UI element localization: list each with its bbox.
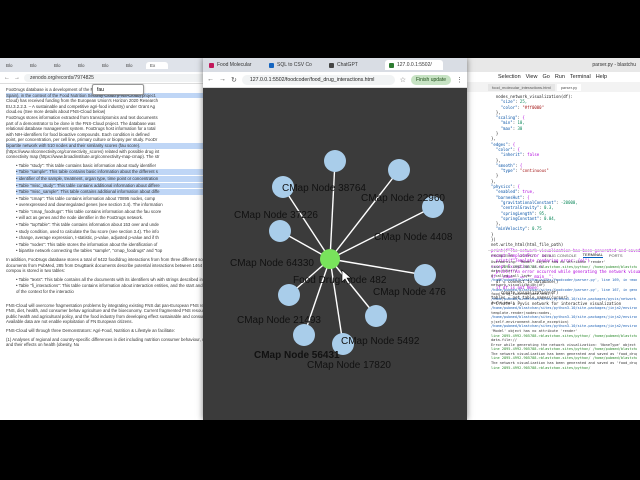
graph-node[interactable]	[414, 264, 436, 286]
left-tab-0[interactable]: Blo	[2, 62, 24, 69]
menu-icon[interactable]: ⋮	[456, 76, 463, 84]
graph-node-label: CMap Node 21493	[237, 315, 321, 326]
graph-node[interactable]	[269, 220, 291, 242]
terminal-tab[interactable]: OUTPUT	[519, 253, 535, 258]
back-icon[interactable]: ←	[207, 76, 214, 83]
graph-node-label: CMap Node 4408	[374, 232, 453, 243]
menu-item-run[interactable]: Run	[555, 74, 565, 80]
left-tab-1[interactable]: Blo	[26, 62, 48, 69]
graph-node[interactable]	[388, 159, 410, 181]
editor-title: parser.py - blastchu	[592, 62, 636, 68]
graph-tab-bar: Food Molecular SQL to CSV Co ChatGPT 127.0.…	[203, 58, 467, 72]
menu-item-go[interactable]: Go	[542, 74, 549, 80]
network-graph-svg[interactable]: CMap Node 38764CMap Node 22960 CMap Node …	[203, 88, 467, 420]
finish-update-button[interactable]: Finish update	[410, 74, 451, 85]
editor-tab[interactable]: food_molecular_interactions.html	[488, 83, 555, 91]
graph-tab-3[interactable]: 127.0.0.1:5502/	[385, 60, 443, 70]
graph-tab-1[interactable]: SQL to CSV Co	[265, 60, 323, 70]
left-tab-2[interactable]: Blo	[50, 62, 72, 69]
menu-item-selection[interactable]: Selection	[498, 74, 521, 80]
terminal-output: UserWarning: 'Model' object has no attri…	[488, 259, 640, 371]
terminal-line: The network visualization has been gener…	[491, 361, 637, 366]
tab-label: 127.0.0.1:5502/	[397, 62, 432, 68]
graph-node-label: CMap Node 38764	[282, 183, 366, 194]
find-in-page-input[interactable]: fau	[92, 84, 144, 95]
graph-node-label: CMap Node 476	[373, 287, 446, 298]
graph-node[interactable]	[365, 305, 387, 327]
graph-tab-0[interactable]: Food Molecular	[205, 60, 263, 70]
graph-edge	[282, 186, 331, 260]
graph-node-label: CMap Node 5492	[341, 336, 420, 347]
graph-node[interactable]	[324, 150, 346, 172]
graph-node-label: CMap Node 37226	[234, 210, 318, 221]
terminal-line: line 2895-4992-905788->blastchan-sites/p…	[491, 365, 591, 370]
graph-center-node[interactable]	[320, 249, 340, 269]
star-icon[interactable]: ☆	[400, 76, 406, 84]
terminal-tab[interactable]: PORTS	[609, 253, 623, 258]
graph-address-field[interactable]: 127.0.0.1:5502/foodcoder/food_drug_inter…	[241, 74, 395, 85]
graph-node[interactable]	[278, 284, 300, 306]
graph-center-label: Food Drug Node 482	[293, 275, 387, 286]
terminal-tab[interactable]: DEBUG CONSOLE	[542, 253, 577, 258]
back-icon[interactable]: ←	[4, 75, 10, 81]
graph-node-label: CMap Node 17820	[307, 360, 391, 371]
code-area[interactable]: nodes_network_visualization(df): "size":…	[488, 94, 640, 306]
terminal-tab[interactable]: PROBLEMS	[491, 253, 513, 258]
tab-label: Food Molecular	[217, 62, 252, 68]
tab-label: ChatGPT	[337, 62, 358, 68]
favicon-icon	[269, 62, 274, 68]
editor-tab[interactable]: parser.py	[556, 83, 582, 91]
terminal-tab[interactable]: TERMINAL	[582, 252, 603, 258]
tab-label: SQL to CSV Co	[277, 62, 312, 68]
favicon-icon	[209, 62, 214, 68]
graph-node[interactable]	[293, 324, 315, 346]
graph-tab-2[interactable]: ChatGPT	[325, 60, 383, 70]
left-tab-5[interactable]: Blo	[122, 62, 144, 69]
left-tab-3[interactable]: Blo	[74, 62, 96, 69]
forward-icon[interactable]: →	[219, 76, 226, 83]
terminal-panel[interactable]: PROBLEMS OUTPUT DEBUG CONSOLE TERMINAL PORTS…	[488, 250, 640, 420]
terminal-tab-bar: PROBLEMS OUTPUT DEBUG CONSOLE TERMINAL PORTS	[488, 251, 640, 259]
graph-edge	[329, 160, 336, 260]
favicon-icon	[389, 62, 394, 68]
graph-node-label: CMap Node 22960	[361, 193, 445, 204]
graph-browser-window: Food Molecular SQL to CSV Co ChatGPT 127.0.…	[203, 58, 467, 420]
graph-url-bar: ← → ↻ 127.0.0.1:5502/foodcoder/food_drug…	[203, 72, 467, 88]
terminal-line: /home/pubmed/blastchan/sites/python3.10/…	[491, 305, 637, 310]
menu-item-terminal[interactable]: Terminal	[570, 74, 591, 80]
menu-item-view[interactable]: View	[526, 74, 538, 80]
forward-icon[interactable]: →	[14, 75, 20, 81]
desktop-screen: Blo Blo Blo Blo Blo Blo Ex ← → zenodo.org/reco…	[0, 58, 640, 420]
left-tab-6[interactable]: Ex	[146, 61, 168, 69]
favicon-icon	[329, 62, 334, 68]
left-address-field[interactable]: zenodo.org/records/7974825	[24, 73, 224, 82]
network-graph-canvas[interactable]: CMap Node 38764 CMap Node 22960 CMap Node …	[203, 88, 467, 420]
graph-node-label: CMap Node 64330	[230, 258, 314, 269]
left-tab-4[interactable]: Blo	[98, 62, 120, 69]
reload-icon[interactable]: ↻	[231, 76, 237, 84]
menu-item-help[interactable]: Help	[596, 74, 607, 80]
